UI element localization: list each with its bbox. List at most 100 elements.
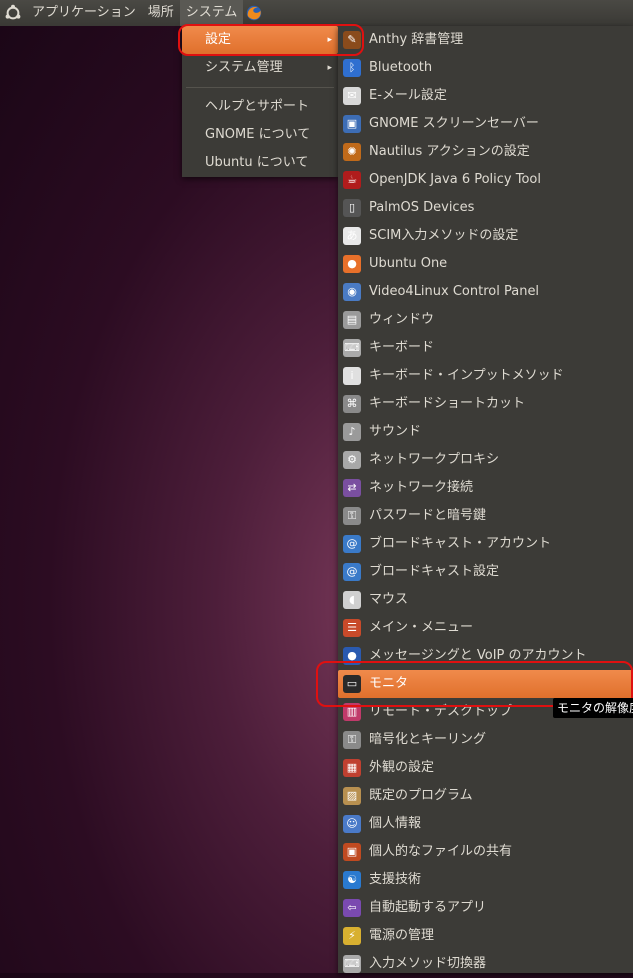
system-menu-button[interactable]: システム bbox=[179, 0, 244, 26]
preferences-item-15[interactable]: ⚙ ネットワークプロキシ bbox=[338, 446, 633, 474]
preferences-item-18[interactable]: @ ブロードキャスト・アカウント bbox=[338, 530, 633, 558]
menu-item-label: Anthy 辞書管理 bbox=[369, 32, 464, 47]
menu-item-label: 個人情報 bbox=[369, 816, 422, 831]
menu-item-label: システム管理 bbox=[205, 60, 283, 75]
annotation-highlight-preferences bbox=[178, 24, 364, 56]
email-icon: ✉ bbox=[343, 87, 361, 105]
menu-item-label: 暗号化とキーリング bbox=[369, 732, 487, 747]
menu-item-label: 個人的なファイルの共有 bbox=[369, 844, 513, 859]
nautilus-actions-icon: ✺ bbox=[343, 143, 361, 161]
preferences-item-28[interactable]: ☺ 個人情報 bbox=[338, 810, 633, 838]
system-menu-item-about-gnome[interactable]: GNOME について bbox=[182, 121, 338, 149]
preferences-item-4[interactable]: ✺ Nautilus アクションの設定 bbox=[338, 138, 633, 166]
preferences-item-7[interactable]: あ SCIM入力メソッドの設定 bbox=[338, 222, 633, 250]
preferences-item-30[interactable]: ☯ 支援技術 bbox=[338, 866, 633, 894]
preferences-item-8[interactable]: ● Ubuntu One bbox=[338, 250, 633, 278]
menu-item-label: ブロードキャスト設定 bbox=[369, 564, 500, 579]
preferences-item-5[interactable]: ☕ OpenJDK Java 6 Policy Tool bbox=[338, 166, 633, 194]
menu-item-label: ネットワーク接続 bbox=[369, 480, 474, 495]
preferences-item-0[interactable]: ✎ Anthy 辞書管理 bbox=[338, 26, 633, 54]
menu-item-label: ブロードキャスト・アカウント bbox=[369, 536, 552, 551]
preferences-item-21[interactable]: ☰ メイン・メニュー bbox=[338, 614, 633, 642]
input-switcher-icon: ⌨ bbox=[343, 955, 361, 973]
preferences-item-32[interactable]: ⚡ 電源の管理 bbox=[338, 922, 633, 950]
menu-item-label: Ubuntu One bbox=[369, 256, 448, 271]
menu-item-label: 既定のプログラム bbox=[369, 788, 473, 803]
preferences-item-17[interactable]: ⚿ パスワードと暗号鍵 bbox=[338, 502, 633, 530]
menu-item-label: Bluetooth bbox=[369, 60, 433, 75]
system-menu-item-about-ubuntu[interactable]: Ubuntu について bbox=[182, 149, 338, 177]
menu-item-label: ヘルプとサポート bbox=[205, 99, 310, 114]
menu-item-label: GNOME について bbox=[205, 127, 311, 142]
preferences-item-33[interactable]: ⌨ 入力メソッド切換器 bbox=[338, 950, 633, 978]
ubuntu-logo-icon[interactable] bbox=[4, 4, 22, 22]
menu-item-label: GNOME スクリーンセーバー bbox=[369, 116, 539, 131]
menu-item-label: キーボードショートカット bbox=[369, 396, 526, 411]
preferences-item-3[interactable]: ▣ GNOME スクリーンセーバー bbox=[338, 110, 633, 138]
scim-icon: あ bbox=[343, 227, 361, 245]
preferences-item-9[interactable]: ◉ Video4Linux Control Panel bbox=[338, 278, 633, 306]
preferences-item-26[interactable]: ▦ 外観の設定 bbox=[338, 754, 633, 782]
menu-item-label: ネットワークプロキシ bbox=[369, 452, 500, 467]
main-menu-icon: ☰ bbox=[343, 619, 361, 637]
menu-item-label: Nautilus アクションの設定 bbox=[369, 144, 530, 159]
file-sharing-icon: ▣ bbox=[343, 843, 361, 861]
menu-item-label: サウンド bbox=[369, 424, 422, 439]
submenu-arrow-icon: ▸ bbox=[327, 63, 332, 73]
menu-item-label: Ubuntu について bbox=[205, 155, 309, 170]
preferences-item-2[interactable]: ✉ E-メール設定 bbox=[338, 82, 633, 110]
preferences-item-25[interactable]: ⚿ 暗号化とキーリング bbox=[338, 726, 633, 754]
system-menu-item-help[interactable]: ヘルプとサポート bbox=[182, 93, 338, 121]
palm-device-icon: ▯ bbox=[343, 199, 361, 217]
menu-item-label: 電源の管理 bbox=[369, 928, 435, 943]
preferences-submenu: ✎ Anthy 辞書管理 ᛒ Bluetooth ✉ E-メール設定 ▣ GNOME スクリー… bbox=[338, 26, 633, 973]
menu-item-label: 自動起動するアプリ bbox=[369, 900, 487, 915]
preferences-item-20[interactable]: ◖ マウス bbox=[338, 586, 633, 614]
preferences-item-19[interactable]: @ ブロードキャスト設定 bbox=[338, 558, 633, 586]
menu-item-label: E-メール設定 bbox=[369, 88, 447, 103]
preferences-item-11[interactable]: ⌨ キーボード bbox=[338, 334, 633, 362]
preferences-item-6[interactable]: ▯ PalmOS Devices bbox=[338, 194, 633, 222]
preferences-item-16[interactable]: ⇄ ネットワーク接続 bbox=[338, 474, 633, 502]
applications-menu[interactable]: アプリケーション bbox=[26, 0, 142, 26]
menu-item-label: パスワードと暗号鍵 bbox=[369, 508, 487, 523]
menu-item-label: SCIM入力メソッドの設定 bbox=[369, 228, 519, 243]
menu-item-label: 外観の設定 bbox=[369, 760, 435, 775]
power-management-icon: ⚡ bbox=[343, 927, 361, 945]
preferences-item-12[interactable]: i キーボード・インプットメソッド bbox=[338, 362, 633, 390]
preferences-item-31[interactable]: ⇦ 自動起動するアプリ bbox=[338, 894, 633, 922]
startup-apps-icon: ⇦ bbox=[343, 899, 361, 917]
accessibility-icon: ☯ bbox=[343, 871, 361, 889]
sound-icon: ♪ bbox=[343, 423, 361, 441]
menu-item-label: キーボード bbox=[369, 340, 435, 355]
java-policy-icon: ☕ bbox=[343, 171, 361, 189]
preferences-item-10[interactable]: ▤ ウィンドウ bbox=[338, 306, 633, 334]
ubuntu-one-icon: ● bbox=[343, 255, 361, 273]
appearance-icon: ▦ bbox=[343, 759, 361, 777]
keyboard-shortcut-icon: ⌘ bbox=[343, 395, 361, 413]
system-menu-item-administration[interactable]: システム管理 ▸ bbox=[182, 54, 338, 82]
network-proxy-icon: ⚙ bbox=[343, 451, 361, 469]
network-connection-icon: ⇄ bbox=[343, 479, 361, 497]
menu-item-label: PalmOS Devices bbox=[369, 200, 475, 215]
mouse-icon: ◖ bbox=[343, 591, 361, 609]
preferences-item-1[interactable]: ᛒ Bluetooth bbox=[338, 54, 633, 82]
menu-item-label: OpenJDK Java 6 Policy Tool bbox=[369, 172, 541, 187]
menu-item-label: キーボード・インプットメソッド bbox=[369, 368, 564, 383]
keyboard-icon: ⌨ bbox=[343, 339, 361, 357]
menu-item-label: ウィンドウ bbox=[369, 312, 435, 327]
video4linux-icon: ◉ bbox=[343, 283, 361, 301]
window-icon: ▤ bbox=[343, 311, 361, 329]
firefox-icon[interactable] bbox=[245, 4, 263, 22]
input-method-icon: i bbox=[343, 367, 361, 385]
broadcast-settings-icon: @ bbox=[343, 563, 361, 581]
preferences-item-27[interactable]: ▨ 既定のプログラム bbox=[338, 782, 633, 810]
places-menu[interactable]: 場所 bbox=[142, 0, 180, 26]
preferences-item-13[interactable]: ⌘ キーボードショートカット bbox=[338, 390, 633, 418]
preferences-item-14[interactable]: ♪ サウンド bbox=[338, 418, 633, 446]
preferences-item-29[interactable]: ▣ 個人的なファイルの共有 bbox=[338, 838, 633, 866]
keyring-icon: ⚿ bbox=[343, 731, 361, 749]
tooltip: モニタの解像度 bbox=[553, 698, 633, 718]
password-key-icon: ⚿ bbox=[343, 507, 361, 525]
top-panel: アプリケーション 場所 システム bbox=[0, 0, 633, 26]
